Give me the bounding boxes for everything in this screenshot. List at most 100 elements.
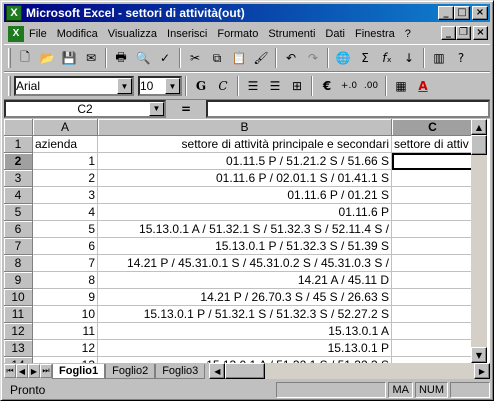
table-cell[interactable]: 01.11.5 P / 51.21.2 S / 51.66 S: [98, 153, 392, 170]
row-header[interactable]: 1: [4, 136, 33, 153]
last-sheet-icon[interactable]: ⏭: [40, 364, 52, 378]
row-header[interactable]: 12: [4, 323, 33, 340]
spelling-icon[interactable]: ✓: [154, 47, 176, 69]
active-cell-c2[interactable]: [392, 153, 474, 170]
italic-icon[interactable]: C: [212, 75, 234, 97]
workbook-icon[interactable]: X: [8, 25, 24, 42]
hscroll-thumb[interactable]: [225, 363, 266, 379]
row-header[interactable]: 7: [4, 238, 33, 255]
tab-foglio3[interactable]: Foglio3: [155, 363, 206, 379]
merge-center-icon[interactable]: ⊞: [286, 75, 308, 97]
row-header[interactable]: 11: [4, 306, 33, 323]
table-cell[interactable]: 11: [33, 323, 98, 340]
table-cell[interactable]: 15.13.0.1 P: [98, 340, 392, 357]
title-bar[interactable]: X Microsoft Excel - settori di attività(…: [4, 4, 490, 22]
column-header-a[interactable]: A: [33, 119, 98, 136]
row-header[interactable]: 13: [4, 340, 33, 357]
excel-app-icon[interactable]: X: [6, 5, 22, 21]
table-cell[interactable]: [392, 289, 474, 306]
table-cell[interactable]: [392, 221, 474, 238]
scroll-down-icon[interactable]: ▼: [471, 347, 487, 363]
borders-icon[interactable]: ▦: [390, 75, 412, 97]
scroll-left-icon[interactable]: ◀: [209, 363, 226, 379]
table-cell[interactable]: 3: [33, 187, 98, 204]
table-cell[interactable]: 14.21 P / 26.70.3 S / 45 S / 26.63 S: [98, 289, 392, 306]
minimize-button[interactable]: _: [438, 6, 454, 20]
select-all-corner[interactable]: [4, 119, 33, 136]
table-cell[interactable]: 14.21 A / 45.11 D: [98, 272, 392, 289]
currency-icon[interactable]: €: [316, 75, 338, 97]
open-icon[interactable]: 📂: [36, 47, 58, 69]
scroll-up-icon[interactable]: ▲: [471, 119, 487, 135]
menu-inserisci[interactable]: Inserisci: [162, 28, 212, 40]
bold-icon[interactable]: G: [190, 75, 212, 97]
paste-icon[interactable]: 📋: [228, 47, 250, 69]
table-cell[interactable]: 14.21 P / 45.31.0.1 S / 45.31.0.2 S / 45…: [98, 255, 392, 272]
row-header[interactable]: 5: [4, 204, 33, 221]
function-icon[interactable]: fₓ: [376, 47, 398, 69]
close-button[interactable]: ×: [472, 6, 488, 20]
table-cell[interactable]: [392, 306, 474, 323]
chevron-down-icon[interactable]: ▼: [165, 78, 180, 94]
menu-visualizza[interactable]: Visualizza: [103, 28, 162, 40]
worksheet-grid[interactable]: A B C 1 azienda settore di attività princi…: [4, 119, 490, 363]
font-size-combo[interactable]: 10 ▼: [138, 76, 182, 96]
row-header[interactable]: 3: [4, 170, 33, 187]
menu-dati[interactable]: Dati: [320, 28, 350, 40]
row-header[interactable]: 4: [4, 187, 33, 204]
table-cell[interactable]: 8: [33, 272, 98, 289]
column-header-b[interactable]: B: [98, 119, 392, 136]
doc-minimize-button[interactable]: _: [441, 26, 456, 40]
formula-equals[interactable]: =: [166, 102, 206, 116]
font-name-combo[interactable]: Arial ▼: [14, 76, 134, 96]
table-cell[interactable]: 15.13.0.1 P / 51.32.1 S / 51.32.3 S / 52…: [98, 306, 392, 323]
chevron-down-icon[interactable]: ▼: [117, 78, 132, 94]
chevron-down-icon[interactable]: ▼: [149, 102, 164, 116]
menu-modifica[interactable]: Modifica: [52, 28, 103, 40]
new-icon[interactable]: 🗋: [14, 47, 36, 69]
decrease-decimal-icon[interactable]: .00: [360, 75, 382, 97]
toolbar-grip[interactable]: [8, 48, 11, 68]
table-cell[interactable]: [392, 170, 474, 187]
table-cell[interactable]: 01.11.6 P / 02.01.1 S / 01.41.1 S: [98, 170, 392, 187]
menu-finestra[interactable]: Finestra: [350, 28, 400, 40]
table-cell[interactable]: [392, 187, 474, 204]
toolbar-grip-2[interactable]: [8, 76, 11, 96]
vertical-scrollbar[interactable]: ▲ ▼: [471, 119, 487, 363]
table-cell[interactable]: [392, 323, 474, 340]
autosum-icon[interactable]: Σ: [354, 47, 376, 69]
row-header[interactable]: 6: [4, 221, 33, 238]
menu-formato[interactable]: Formato: [212, 28, 263, 40]
table-cell[interactable]: 01.11.6 P / 01.21 S: [98, 187, 392, 204]
format-painter-icon[interactable]: 🖌: [250, 47, 272, 69]
table-cell[interactable]: [392, 238, 474, 255]
table-cell[interactable]: 1: [33, 153, 98, 170]
redo-icon[interactable]: ↷: [302, 47, 324, 69]
table-cell[interactable]: 15.13.0.1 P / 51.32.3 S / 51.39 S: [98, 238, 392, 255]
table-cell[interactable]: 7: [33, 255, 98, 272]
first-sheet-icon[interactable]: ⏮: [4, 364, 16, 378]
maximize-button[interactable]: □: [454, 6, 470, 20]
cut-icon[interactable]: ✂: [184, 47, 206, 69]
header-cell[interactable]: azienda: [33, 136, 98, 153]
help-icon[interactable]: ?: [450, 47, 472, 69]
prev-sheet-icon[interactable]: ◀: [16, 364, 28, 378]
table-cell[interactable]: [392, 204, 474, 221]
scroll-right-icon[interactable]: ▶: [474, 363, 490, 379]
table-cell[interactable]: 01.11.6 P: [98, 204, 392, 221]
copy-icon[interactable]: ⧉: [206, 47, 228, 69]
row-header[interactable]: 2: [4, 153, 33, 170]
table-cell[interactable]: 4: [33, 204, 98, 221]
align-left-icon[interactable]: ☰: [242, 75, 264, 97]
print-icon[interactable]: 🖶: [110, 47, 132, 69]
menu-help[interactable]: ?: [400, 28, 416, 40]
table-cell[interactable]: 10: [33, 306, 98, 323]
formula-input[interactable]: [206, 100, 490, 118]
table-cell[interactable]: 15.13.0.1 A: [98, 323, 392, 340]
increase-decimal-icon[interactable]: +.0: [338, 75, 360, 97]
print-preview-icon[interactable]: 🔍: [132, 47, 154, 69]
tab-foglio1[interactable]: Foglio1: [52, 363, 106, 379]
table-cell[interactable]: 6: [33, 238, 98, 255]
hyperlink-icon[interactable]: 🌐: [332, 47, 354, 69]
mail-icon[interactable]: ✉: [80, 47, 102, 69]
